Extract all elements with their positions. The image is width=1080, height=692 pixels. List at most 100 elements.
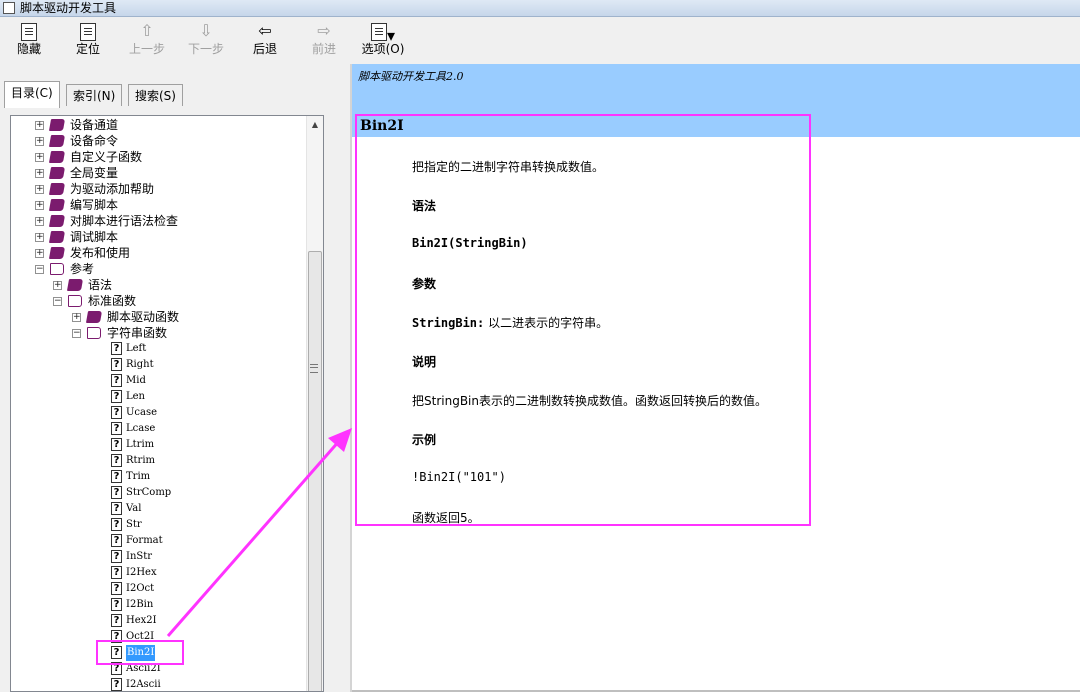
selected-item-highlight-box: [96, 640, 184, 665]
forward-button[interactable]: ⇨ 前进: [297, 21, 351, 63]
expand-icon[interactable]: +: [35, 153, 44, 162]
tree-item-stdfunc[interactable]: − 标准函数: [11, 293, 307, 309]
help-topic-icon: ?: [111, 582, 122, 595]
tree-item-syntax-label: 语法: [88, 278, 113, 292]
tree-item-func-Hex2I[interactable]: ? Hex2I: [11, 613, 307, 629]
func-label: I2Oct: [126, 583, 155, 594]
tree-item-ref[interactable]: − 参考: [11, 261, 307, 277]
tree-item-func-Str[interactable]: ? Str: [11, 517, 307, 533]
tree-item-func-I2Hex[interactable]: ? I2Hex: [11, 565, 307, 581]
expand-icon[interactable]: +: [35, 169, 44, 178]
tree-item-8-label: 发布和使用: [70, 246, 131, 260]
nav-tabs: 目录(C) 索引(N) 搜索(S): [0, 80, 350, 108]
tree-item-func-Rtrim[interactable]: ? Rtrim: [11, 453, 307, 469]
expand-icon[interactable]: +: [35, 201, 44, 210]
back-button[interactable]: ⇦ 后退: [238, 21, 292, 63]
tree-item-func-Mid[interactable]: ? Mid: [11, 373, 307, 389]
tree-item-syntax[interactable]: + 语法: [11, 277, 307, 293]
expand-icon[interactable]: +: [35, 233, 44, 242]
func-label: Val: [126, 503, 142, 514]
func-label: Rtrim: [126, 455, 156, 466]
tree-item-stdfunc-label: 标准函数: [88, 294, 137, 308]
tree-item-4[interactable]: + 为驱动添加帮助: [11, 181, 307, 197]
open-book-icon: [87, 327, 101, 339]
expand-icon[interactable]: +: [35, 121, 44, 130]
book-icon: [48, 119, 66, 131]
next-step-button[interactable]: ⇩ 下一步: [179, 21, 233, 63]
help-topic-icon: ?: [111, 486, 122, 499]
expand-icon[interactable]: +: [35, 217, 44, 226]
expand-icon[interactable]: +: [72, 313, 81, 322]
func-label: Len: [126, 391, 145, 402]
tree-item-func-InStr[interactable]: ? InStr: [11, 549, 307, 565]
tab-contents[interactable]: 目录(C): [4, 81, 60, 108]
tree-item-func-Ucase[interactable]: ? Ucase: [11, 405, 307, 421]
func-label: StrComp: [126, 487, 172, 498]
tree-item-func-Left[interactable]: ? Left: [11, 341, 307, 357]
collapse-icon[interactable]: −: [72, 329, 81, 338]
scroll-grip-icon: [310, 364, 318, 373]
tree-item-strfunc[interactable]: − 字符串函数: [11, 325, 307, 341]
tree-item-func-Val[interactable]: ? Val: [11, 501, 307, 517]
topic-header: 脚本驱动开发工具2.0: [352, 64, 1080, 116]
tree-item-func-Trim[interactable]: ? Trim: [11, 469, 307, 485]
collapse-icon[interactable]: −: [35, 265, 44, 274]
tree-item-func-Right[interactable]: ? Right: [11, 357, 307, 373]
hide-button[interactable]: 隐藏: [2, 21, 56, 63]
tree-item-7-label: 调试脚本: [70, 230, 119, 244]
tree-item-func-Format[interactable]: ? Format: [11, 533, 307, 549]
help-topic-icon: ?: [111, 454, 122, 467]
func-label: Format: [126, 535, 163, 546]
help-topic-icon: ?: [111, 566, 122, 579]
book-icon: [48, 183, 66, 195]
tab-index[interactable]: 索引(N): [66, 84, 123, 106]
tree-item-8[interactable]: + 发布和使用: [11, 245, 307, 261]
book-icon: [66, 279, 84, 291]
tree-item-7[interactable]: + 调试脚本: [11, 229, 307, 245]
tree-item-func-Len[interactable]: ? Len: [11, 389, 307, 405]
func-label: I2Hex: [126, 567, 157, 578]
tree-item-1[interactable]: + 设备命令: [11, 133, 307, 149]
expand-icon[interactable]: +: [53, 281, 62, 290]
scroll-up-icon[interactable]: ▲: [307, 116, 323, 133]
expand-icon[interactable]: +: [35, 185, 44, 194]
expand-icon[interactable]: +: [35, 137, 44, 146]
prev-step-button[interactable]: ⇧ 上一步: [120, 21, 174, 63]
tree-item-func-I2Oct[interactable]: ? I2Oct: [11, 581, 307, 597]
expand-icon[interactable]: +: [35, 249, 44, 258]
tree-item-6[interactable]: + 对脚本进行语法检查: [11, 213, 307, 229]
tree-item-2[interactable]: + 自定义子函数: [11, 149, 307, 165]
tab-search[interactable]: 搜索(S): [128, 84, 183, 106]
book-icon: [48, 199, 66, 211]
func-label: Str: [126, 519, 142, 530]
tree-item-3[interactable]: + 全局变量: [11, 165, 307, 181]
tree-item-func-Ltrim[interactable]: ? Ltrim: [11, 437, 307, 453]
func-label: I2Ascii: [126, 679, 161, 690]
tree-item-func-Lcase[interactable]: ? Lcase: [11, 421, 307, 437]
tree-item-scriptfunc[interactable]: + 脚本驱动函数: [11, 309, 307, 325]
help-topic-icon: ?: [111, 374, 122, 387]
down-arrow-icon: ⇩: [199, 21, 213, 40]
tree-item-func-StrComp[interactable]: ? StrComp: [11, 485, 307, 501]
tree-item-5[interactable]: + 编写脚本: [11, 197, 307, 213]
func-label: Ucase: [126, 407, 158, 418]
func-label: I2Bin: [126, 599, 154, 610]
tree-scrollbar[interactable]: ▲: [306, 116, 323, 691]
help-topic-icon: ?: [111, 438, 122, 451]
book-icon: [48, 231, 66, 243]
func-label: Hex2I: [126, 615, 157, 626]
tree-item-func-I2Ascii[interactable]: ? I2Ascii: [11, 677, 307, 691]
help-topic-icon: ?: [111, 342, 122, 355]
title-bar: 脚本驱动开发工具: [0, 0, 1080, 17]
help-topic-icon: ?: [111, 470, 122, 483]
func-label: Left: [126, 343, 147, 354]
collapse-icon[interactable]: −: [53, 297, 62, 306]
locate-button[interactable]: 定位: [61, 21, 115, 63]
scroll-thumb[interactable]: [308, 251, 322, 691]
tree-item-func-I2Bin[interactable]: ? I2Bin: [11, 597, 307, 613]
tree-item-0[interactable]: + 设备通道: [11, 117, 307, 133]
func-label: Lcase: [126, 423, 156, 434]
book-icon: [48, 135, 66, 147]
options-button[interactable]: ▾ 选项(O): [356, 21, 410, 63]
tree-item-6-label: 对脚本进行语法检查: [70, 214, 179, 228]
